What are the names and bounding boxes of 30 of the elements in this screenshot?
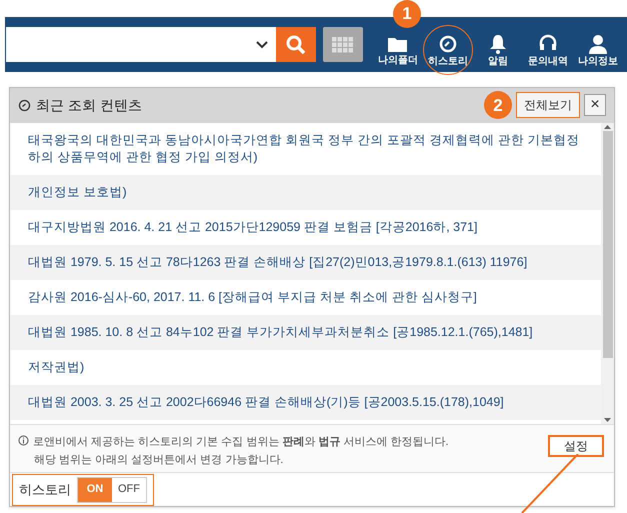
nav-button[interactable]: 히스토리 xyxy=(423,25,473,75)
search-button[interactable] xyxy=(276,27,316,62)
user-icon xyxy=(589,34,607,54)
settings-button[interactable]: 설정 xyxy=(548,435,604,458)
panel-title: 최근 조회 컨텐츠 xyxy=(36,96,142,115)
view-all-button[interactable]: 전체보기 xyxy=(516,92,580,118)
nav-button[interactable]: 문의내역 xyxy=(523,32,573,68)
close-button[interactable]: × xyxy=(584,94,606,116)
leader-line xyxy=(520,454,580,513)
scrollbar[interactable] xyxy=(601,122,614,424)
nav-button[interactable]: 나의정보 xyxy=(573,32,623,68)
grid-button[interactable] xyxy=(323,27,363,62)
chevron-down-icon xyxy=(256,40,268,48)
content-link[interactable]: 대법원 2003. 3. 25 선고 2002다66946 판결 손해배상(기)등 [공2003.5.15.(178),1049] xyxy=(10,384,601,420)
content-link[interactable]: 대법원 1979. 5. 15 선고 78다1263 판결 손해배상 [집27(2)민013,공1979.8.1.(613) 11976] xyxy=(10,244,601,280)
search-field[interactable] xyxy=(6,27,276,62)
clock-icon xyxy=(438,34,458,54)
content-link[interactable]: 개인정보 보호법) xyxy=(10,174,601,210)
nav-button[interactable]: 알림 xyxy=(473,32,523,68)
info-note: 로앤비에서 제공하는 히스토리의 기본 수집 범위는 판례와 법규 서비스에 한정됩니다. 해당 범위는 아래의 설정버튼에서 변경 가능합니다. xyxy=(33,435,449,468)
toggle-label: 히스토리 xyxy=(19,480,71,499)
info-icon xyxy=(18,435,29,446)
search-icon xyxy=(286,34,306,54)
step-number: 2 xyxy=(484,91,512,120)
step-number: 1 xyxy=(393,0,421,28)
content-link[interactable]: 대법원 1985. 10. 8 선고 84누102 판결 부가가치세부과처분취소 [공1985.12.1.(765),1481] xyxy=(10,314,601,350)
bell-icon xyxy=(489,34,507,54)
grid-icon xyxy=(332,36,354,52)
clock-icon xyxy=(18,98,31,112)
nav-button[interactable]: 나의폴더 xyxy=(373,32,423,68)
